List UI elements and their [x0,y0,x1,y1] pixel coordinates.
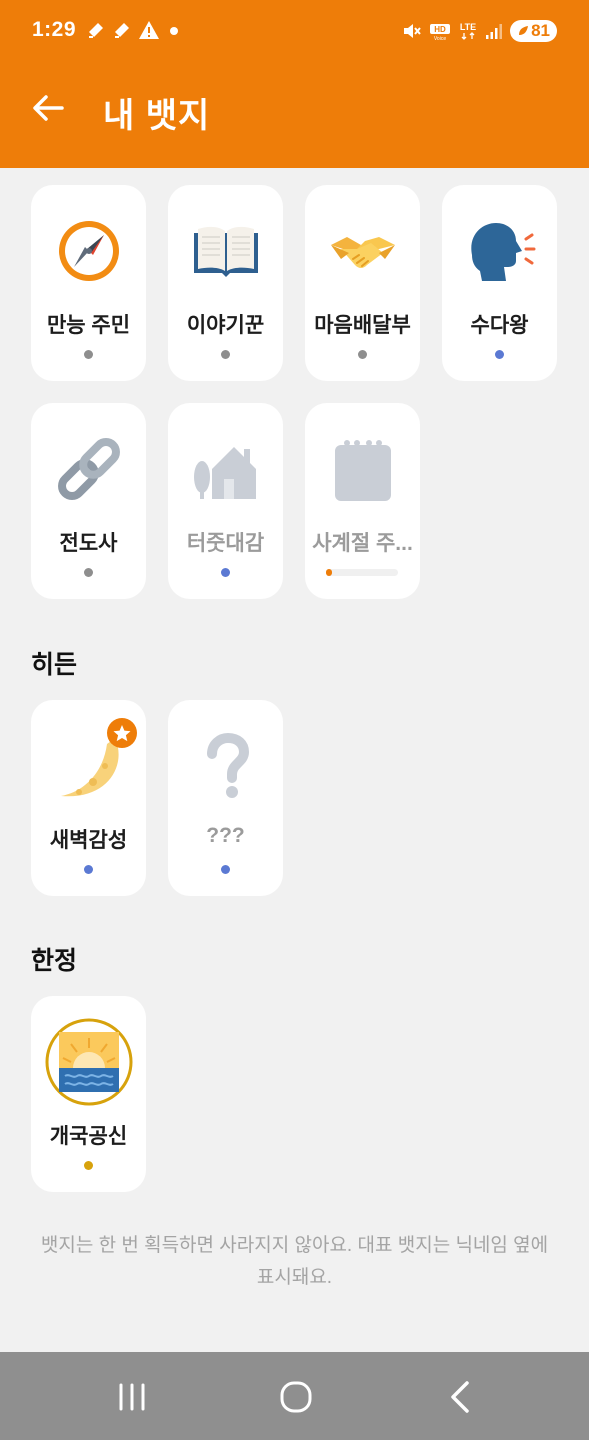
progress-fill [326,569,332,576]
status-dot [84,865,93,874]
back-icon[interactable] [437,1377,483,1417]
svg-text:HD: HD [434,25,446,34]
badge-card[interactable]: 전도사 [31,403,146,599]
status-dot [221,865,230,874]
badge-card[interactable]: 새벽감성 [31,700,146,896]
battery-level: 81 [531,21,550,40]
svg-text:Voice: Voice [434,36,446,41]
question-mark-icon [207,732,250,798]
dot-icon [170,27,178,35]
warning-icon [139,21,159,39]
badge-label: 수다왕 [470,314,529,337]
svg-text:LTE: LTE [460,22,476,32]
badge-card[interactable]: 사계절 주... [305,403,420,599]
badge-card[interactable]: 터줏대감 [168,403,283,599]
system-navigation-bar [0,1352,589,1440]
status-right-icons: HD Voice LTE 81 [402,20,557,42]
badge-card[interactable]: 개국공신 [31,996,146,1192]
status-dot [84,350,93,359]
lte-icon: LTE [460,22,476,40]
back-arrow-icon[interactable] [28,88,68,128]
house-icon [194,447,256,499]
leaf-icon [519,26,529,35]
status-dot [84,568,93,577]
calendar-icon [335,440,391,501]
section-title-limited: 한정 [31,947,78,975]
badge-label: 개국공신 [49,1125,128,1148]
badge-card[interactable]: 이야기꾼 [168,185,283,381]
badge-label: 이야기꾼 [186,314,265,337]
progress-bar [326,569,398,576]
section-title-hidden: 히든 [31,651,78,679]
app-bar: 1:29 HD Voice LTE 81 내 뱃지 [0,0,589,168]
status-dot [221,568,230,577]
signal-icon [486,24,503,39]
badge-label: 전도사 [59,532,118,555]
notification-icon [115,23,129,38]
badge-label: 터줏대감 [186,532,265,555]
link-icon [58,438,120,500]
badge-card[interactable]: ??? [168,700,283,896]
status-dot [221,350,230,359]
page-title: 내 뱃지 [103,97,211,135]
badge-label: ??? [206,824,245,847]
status-time: 1:29 [32,18,77,41]
speaking-head-icon [471,223,536,281]
star-icon [107,718,137,748]
hd-voice-icon: HD Voice [430,24,451,41]
footnote: 뱃지는 한 번 획득하면 사라지지 않아요. 대표 뱃지는 닉네임 옆에 표시돼… [40,1235,549,1288]
open-book-icon [194,226,258,277]
status-dot [358,350,367,359]
battery-indicator: 81 [510,20,557,42]
compass-icon [59,221,119,281]
badge-label: 만능 주민 [46,314,131,337]
badge-card[interactable]: 수다왕 [442,185,557,381]
handshake-icon [331,237,395,268]
badge-label: 마음배달부 [314,314,411,337]
home-icon[interactable] [273,1377,319,1417]
badge-card[interactable]: 만능 주민 [31,185,146,381]
notification-icon [89,23,103,38]
status-left-icons [86,20,182,40]
badge-card[interactable]: 마음배달부 [305,185,420,381]
sunrise-icon [45,1018,133,1106]
badge-label: 새벽감성 [49,829,128,852]
status-dot [84,1161,93,1170]
mute-icon [404,24,421,38]
status-dot [495,350,504,359]
recent-apps-icon[interactable] [109,1377,155,1417]
badge-label: 사계절 주... [312,532,413,555]
